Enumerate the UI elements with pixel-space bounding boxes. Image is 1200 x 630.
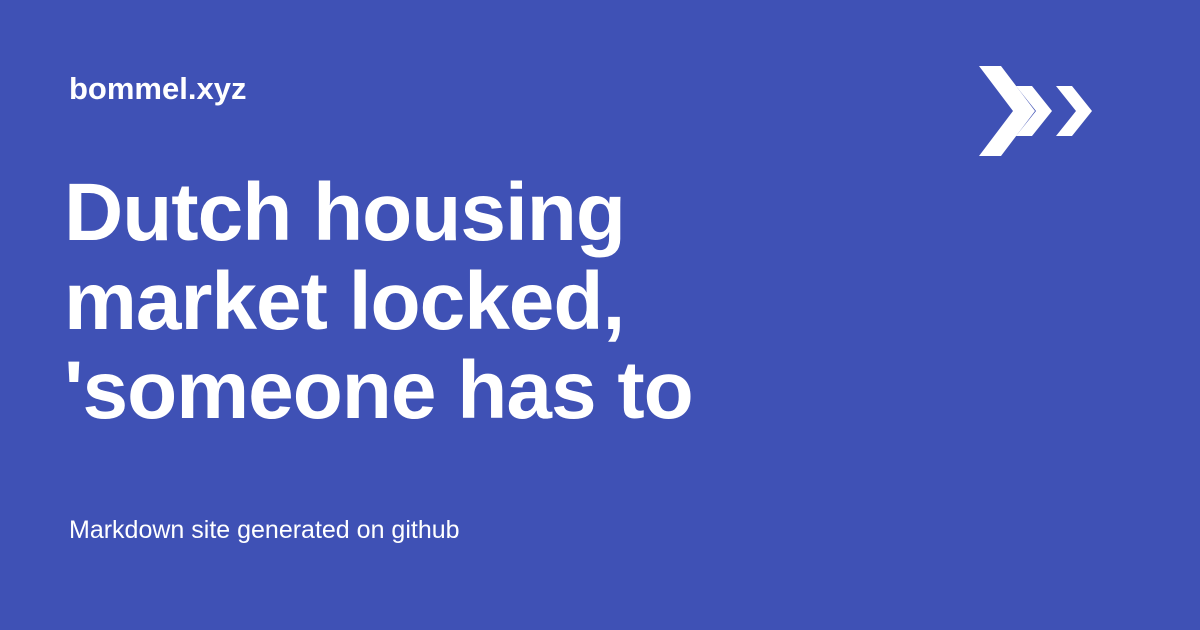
site-name: bommel.xyz: [69, 71, 247, 106]
headline-line: Dutch housing: [64, 167, 626, 258]
triple-chevron-right-icon: [979, 66, 1092, 156]
social-preview-card: bommel.xyz Dutch housing market locked, …: [0, 0, 1200, 630]
headline-line: market locked,: [64, 256, 625, 347]
footer-text: Markdown site generated on github: [69, 516, 460, 544]
headline: Dutch housing market locked, 'someone ha…: [64, 168, 1044, 435]
headline-line: 'someone has to: [64, 345, 694, 436]
